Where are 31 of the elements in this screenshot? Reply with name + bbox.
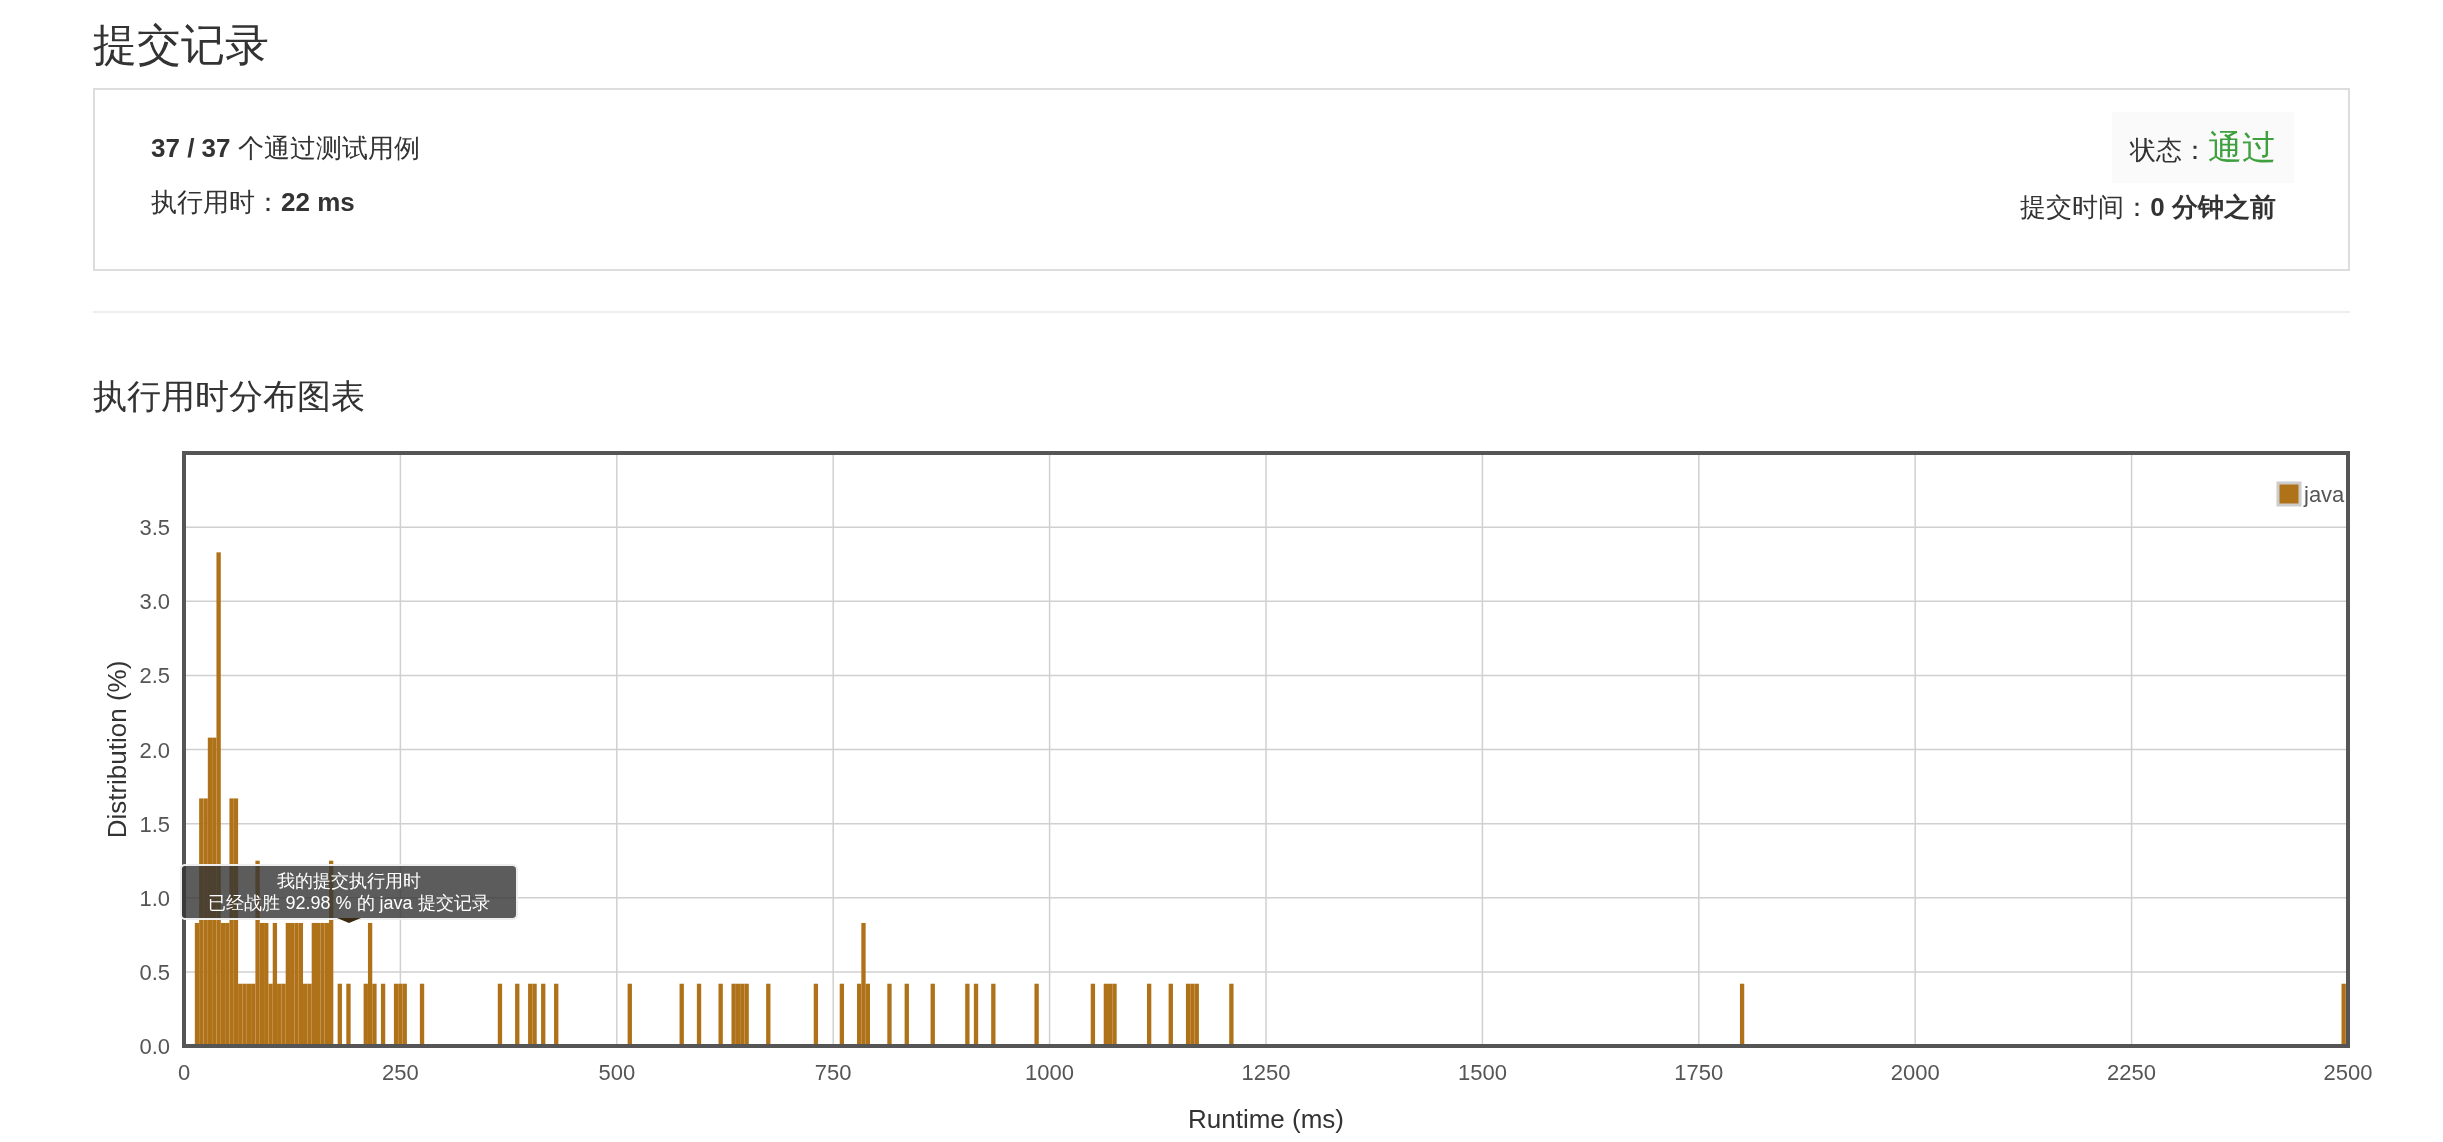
submit-time: 提交时间：0 分钟之前 (2020, 191, 2277, 224)
axis-tick-label: 500 (598, 1060, 636, 1085)
test-result: 37 / 37 个通过测试用例 (151, 132, 420, 165)
axis-tick-label: 2000 (1890, 1060, 1940, 1085)
axis-tick-label: 1.5 (139, 811, 170, 837)
axis-tick-label: 1250 (1241, 1060, 1291, 1085)
axis-tick-label: 3.5 (139, 515, 170, 541)
legend-label: java (2304, 482, 2345, 507)
axis-tick-label: 2.0 (139, 737, 170, 763)
axis-tick-label: 2250 (2107, 1060, 2157, 1085)
axis-tick-label: 0 (177, 1060, 191, 1085)
axis-title: Distribution (%) (102, 660, 132, 839)
axis-tick-label: 1000 (1025, 1060, 1075, 1085)
axis-tick-label: 3.0 (139, 589, 170, 615)
axis-tick-label: 0.0 (139, 1034, 170, 1059)
axis-tick-label: 0.5 (139, 959, 170, 985)
axis-tick-label: 1500 (1457, 1060, 1507, 1085)
axis-tick-label: 250 (382, 1060, 419, 1085)
axis-title: Runtime (ms) (1188, 1104, 1344, 1134)
axis-tick-label: 1750 (1674, 1060, 1724, 1085)
tooltip-text: 已经战胜 92.98 % 的 java 提交记录 (208, 892, 490, 914)
chart-title: 执行用时分布图表 (93, 376, 365, 417)
axis-tick-label: 750 (814, 1060, 852, 1085)
status-value: 通过 (2208, 127, 2276, 168)
tooltip-text: 我的提交执行用时 (277, 870, 421, 892)
axis-tick-label: 2.5 (139, 663, 170, 689)
runtime-text: 执行用时：22 ms (151, 186, 356, 219)
axis-tick-label: 2500 (2323, 1060, 2373, 1085)
page-title: 提交记录 (93, 19, 269, 71)
axis-tick-label: 1.0 (139, 885, 170, 911)
status-label: 状态： (2130, 134, 2208, 167)
